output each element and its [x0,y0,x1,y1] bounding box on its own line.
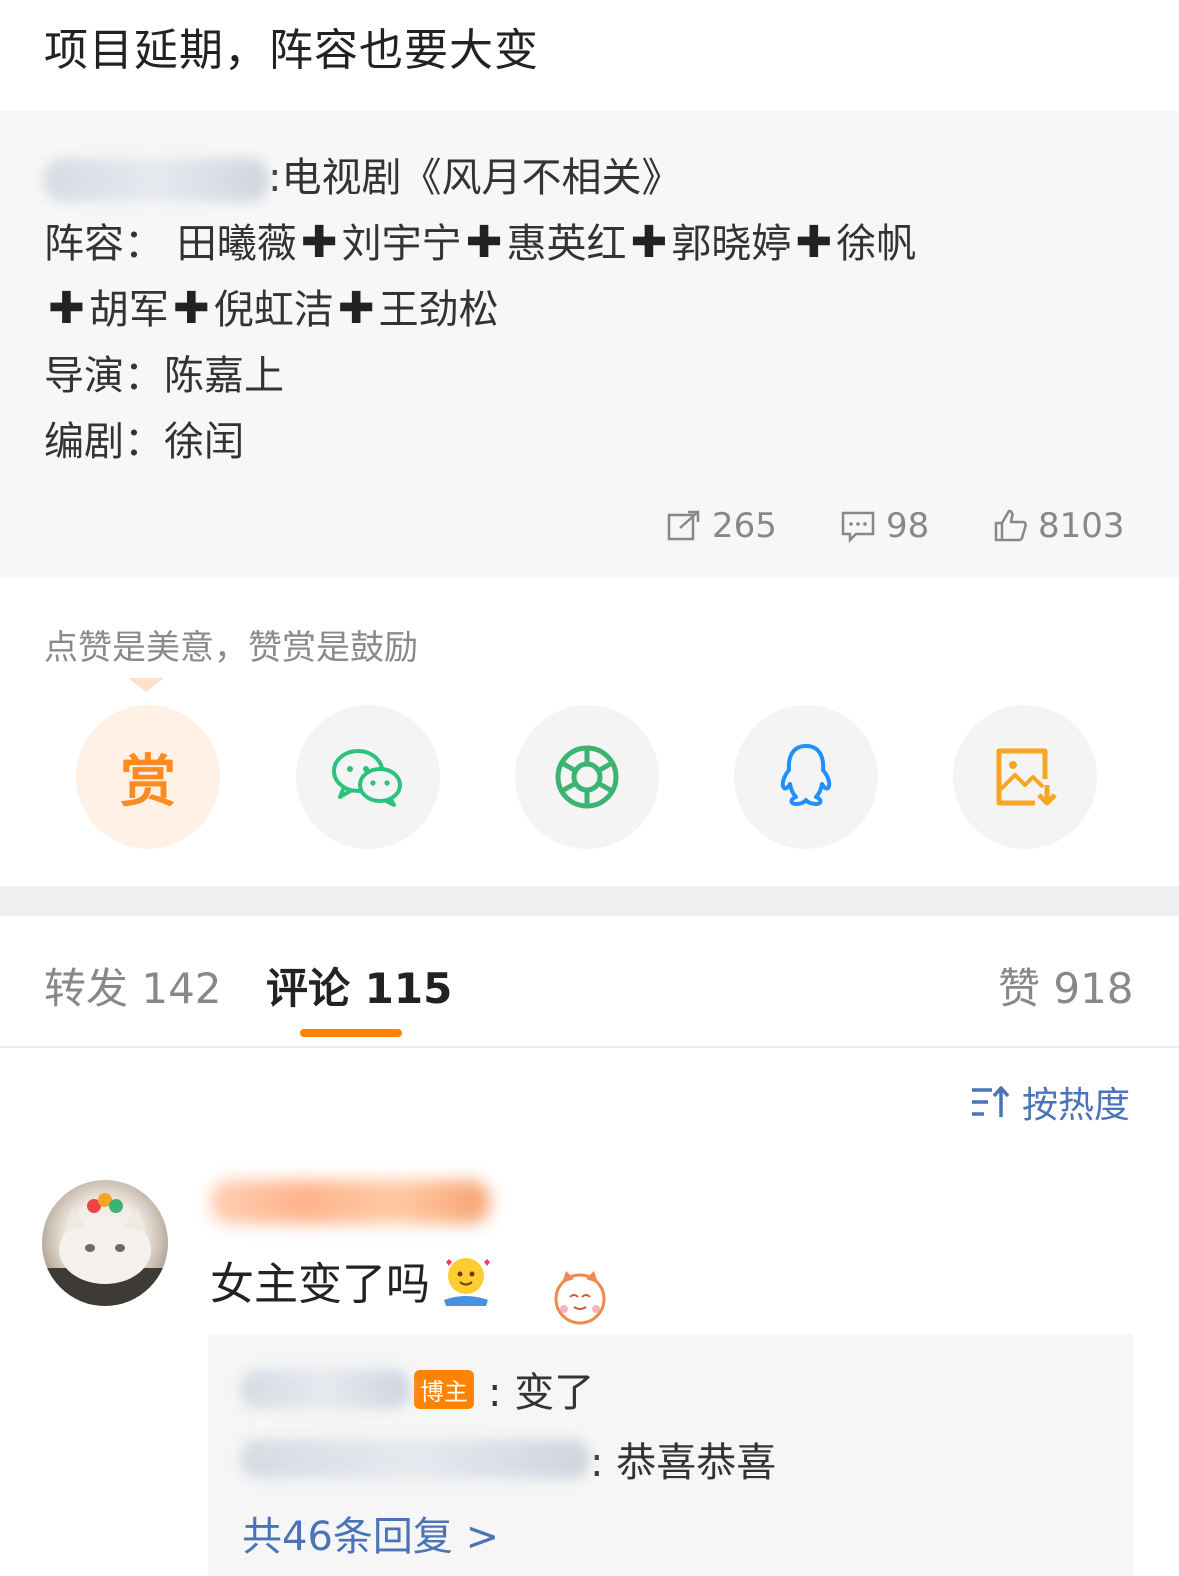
reply-text: : 变了 [488,1370,595,1416]
reply-item[interactable]: : 恭喜恭喜 [240,1430,776,1488]
repost-count: 265 [712,506,777,546]
cast-line-2: ✚ 胡军✚ 倪虹洁✚ 王劲松 [44,277,499,335]
cast-name: 刘宇宁 [341,221,462,267]
view-more-replies-link[interactable]: 共46条回复 > [242,1504,499,1562]
blurred-username [44,158,268,202]
post-title: 项目延期，阵容也要大变 [44,25,539,76]
blurred-commenter-name[interactable] [210,1180,490,1224]
blogger-badge: 博主 [414,1369,474,1409]
comment-count-button[interactable]: 98 [840,506,929,546]
commenter-avatar[interactable] [42,1180,168,1306]
reward-button[interactable]: 赏 [76,705,220,849]
like-count-button[interactable]: 8103 [992,506,1125,546]
tab-comment[interactable]: 评论 115 [266,955,452,1016]
cast-name: 徐帆 [836,221,917,267]
sort-by-hot-button[interactable]: 按热度 [970,1076,1130,1128]
reward-label: 赏 [120,749,176,815]
cast-name: 郭晓婷 [671,221,792,267]
repost-source-text: :电视剧《风月不相关》 [268,155,682,201]
comment-text: 女主变了吗 [210,1259,430,1310]
tip-pointer [128,678,164,692]
share-icon [667,510,700,541]
moments-icon [555,745,619,809]
cast-name: 惠英红 [506,221,627,267]
cast-name: 王劲松 [378,287,499,333]
thumbs-up-icon [994,509,1027,542]
save-image-icon [996,748,1057,806]
like-count: 8103 [1038,506,1125,546]
cast-name: 倪虹洁 [213,287,334,333]
qq-icon [780,744,832,806]
comment-icon [841,511,875,544]
cat-avatar-image [42,1193,168,1306]
comment-sticker-icon [554,1271,606,1325]
plus-icon: ✚ [465,217,503,268]
comment-count: 98 [886,506,930,546]
tabs-border [0,1046,1179,1048]
cast-name: 田曦薇 [176,221,297,267]
writer-label: 编剧： [44,419,164,465]
plus-icon: ✚ [172,283,210,334]
reward-tip: 点赞是美意，赞赏是鼓励 [44,628,418,668]
plus-icon: ✚ [630,217,668,268]
comment-body: 女主变了吗 [210,1248,494,1312]
save-image-button[interactable] [953,705,1097,849]
repost-count-button[interactable]: 265 [666,506,777,546]
plus-icon: ✚ [300,217,338,268]
sort-icon [972,1086,1010,1117]
cast-label: 阵容： [44,221,164,267]
director-name: 陈嘉上 [164,353,284,399]
director-line: 导演：陈嘉上 [44,343,284,401]
plus-icon: ✚ [795,217,833,268]
writer-name: 徐闰 [164,419,244,465]
cast-name: 胡军 [88,287,169,333]
plus-icon: ✚ [337,283,375,334]
repost-source-line: :电视剧《风月不相关》 [44,145,681,203]
director-label: 导演： [44,353,164,399]
writer-line: 编剧：徐闰 [44,409,244,467]
wechat-icon [332,749,402,807]
tab-like[interactable]: 赞 918 [998,955,1134,1016]
replies-box[interactable]: 博主 : 变了 : 恭喜恭喜 共46条回复 > [208,1334,1133,1576]
section-divider [0,886,1179,916]
blurred-replier-name [240,1439,590,1479]
sort-label: 按热度 [1022,1085,1131,1126]
reply-item[interactable]: 博主 : 变了 [240,1360,594,1418]
cast-line-1: 阵容： 田曦薇✚ 刘宇宁✚ 惠英红✚ 郭晓婷✚ 徐帆 [44,211,916,269]
hug-emoji-icon [444,1258,490,1306]
share-moments-button[interactable] [515,705,659,849]
share-wechat-button[interactable] [296,705,440,849]
share-qq-button[interactable] [734,705,878,849]
blurred-replier-name [240,1369,410,1409]
reply-text: : 恭喜恭喜 [590,1440,777,1486]
tab-repost[interactable]: 转发 142 [44,955,222,1016]
active-tab-indicator [300,1029,402,1037]
plus-icon: ✚ [48,283,85,334]
